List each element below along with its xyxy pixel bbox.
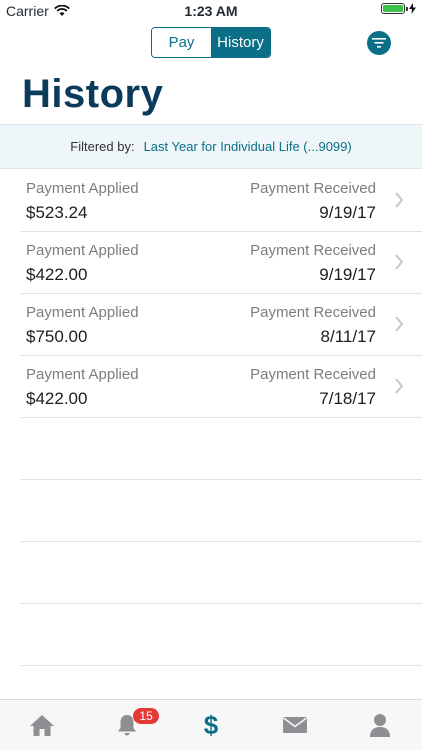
- payment-date: 9/19/17: [319, 265, 376, 284]
- battery-icon: [381, 3, 408, 14]
- tab-payments[interactable]: $: [169, 700, 253, 750]
- empty-row: [20, 418, 422, 480]
- chevron-right-icon: [395, 378, 404, 394]
- filter-value-link[interactable]: Last Year for Individual Life (...9099): [144, 139, 352, 154]
- empty-row: [20, 480, 422, 542]
- filter-icon: [372, 38, 386, 48]
- payment-received-label: Payment Received: [250, 180, 376, 197]
- payment-row[interactable]: Payment Applied $422.00 Payment Received…: [20, 232, 422, 294]
- tab-messages[interactable]: [253, 700, 337, 750]
- profile-icon: [369, 714, 390, 737]
- history-segment[interactable]: History: [211, 28, 270, 57]
- payment-row[interactable]: Payment Applied $422.00 Payment Received…: [20, 356, 422, 418]
- status-right: [381, 3, 416, 14]
- empty-row: [20, 604, 422, 666]
- status-bar: Carrier 1:23 AM: [0, 0, 422, 22]
- payment-date: 9/19/17: [319, 203, 376, 222]
- filter-bar[interactable]: Filtered by: Last Year for Individual Li…: [0, 124, 422, 169]
- chevron-right-icon: [395, 254, 404, 270]
- payment-history-list: Payment Applied $523.24 Payment Received…: [0, 170, 422, 666]
- home-icon: [30, 715, 55, 736]
- payment-applied-label: Payment Applied: [26, 180, 139, 197]
- tab-home[interactable]: [0, 700, 84, 750]
- pay-history-segmented-control: Pay History: [151, 27, 271, 58]
- filter-label: Filtered by:: [70, 139, 135, 154]
- payment-row[interactable]: Payment Applied $523.24 Payment Received…: [20, 170, 422, 232]
- tab-notifications[interactable]: 15: [84, 700, 168, 750]
- payment-applied-label: Payment Applied: [26, 304, 139, 321]
- payment-date: 8/11/17: [320, 327, 376, 346]
- dollar-icon: $: [203, 709, 219, 740]
- payment-applied-label: Payment Applied: [26, 242, 139, 259]
- payment-amount: $750.00: [26, 327, 88, 346]
- filter-button[interactable]: [367, 31, 391, 55]
- mail-icon: [283, 717, 308, 733]
- payment-date: 7/18/17: [319, 389, 376, 408]
- tab-profile[interactable]: [338, 700, 422, 750]
- payment-amount: $422.00: [26, 265, 88, 284]
- status-time: 1:23 AM: [184, 3, 238, 19]
- tab-bar: 15 $: [0, 699, 422, 750]
- payment-amount: $422.00: [26, 389, 88, 408]
- payment-received-label: Payment Received: [250, 366, 376, 383]
- notification-badge: 15: [133, 708, 159, 724]
- payment-applied-label: Payment Applied: [26, 366, 139, 383]
- payment-received-label: Payment Received: [250, 242, 376, 259]
- page-title: History: [22, 72, 164, 116]
- charging-bolt-icon: [409, 3, 416, 14]
- payment-received-label: Payment Received: [250, 304, 376, 321]
- chevron-right-icon: [395, 192, 404, 208]
- empty-row: [20, 542, 422, 604]
- payment-row[interactable]: Payment Applied $750.00 Payment Received…: [20, 294, 422, 356]
- chevron-right-icon: [395, 316, 404, 332]
- pay-segment[interactable]: Pay: [152, 28, 211, 57]
- payment-amount: $523.24: [26, 203, 88, 222]
